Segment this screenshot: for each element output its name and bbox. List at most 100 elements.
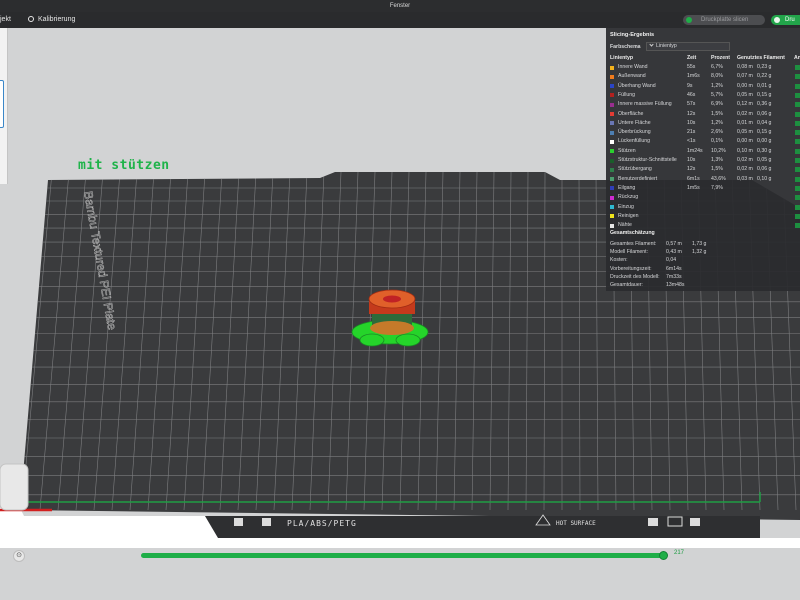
line-type-row[interactable]: Oberfläche 12s 1,5% 0,02 m 0,06 g — [606, 110, 800, 119]
line-type-row[interactable]: Rückzug — [606, 193, 800, 202]
line-type-row[interactable]: Eilgang 1m5s 7,9% — [606, 184, 800, 193]
line-type-weight: 0,22 g — [757, 73, 772, 80]
line-type-row[interactable]: Stützstruktur-Schnittstelle 10s 1,3% 0,02 m… — [606, 156, 800, 165]
line-type-name: Rückzug — [618, 194, 639, 201]
line-type-row[interactable]: Stützen 1m24s 10,2% 0,10 m 0,30 g — [606, 147, 800, 156]
line-type-swatch — [610, 121, 614, 126]
line-type-weight: 0,06 g — [757, 166, 772, 173]
line-type-weight: 0,23 g — [757, 64, 772, 70]
line-type-swatch — [610, 93, 614, 98]
line-type-row[interactable]: Nähte — [606, 221, 800, 230]
line-type-swatch — [610, 65, 614, 70]
line-type-length: 0,01 m — [737, 119, 753, 126]
line-type-weight: 0,30 g — [757, 147, 772, 154]
line-type-percent: 1,2% — [711, 82, 723, 89]
line-type-row[interactable]: Innere Wand 55s 6,7% 0,08 m 0,23 g — [606, 63, 800, 72]
line-type-name: Oberfläche — [618, 110, 644, 117]
line-type-swatch — [610, 195, 614, 200]
line-type-weight: 0,00 g — [757, 138, 772, 145]
slice-plate-label: Druckplatte slicen — [701, 17, 749, 23]
line-type-time: 12s — [687, 166, 696, 173]
plate-name-label[interactable]: mit stützen — [78, 158, 170, 173]
line-type-percent: 6,7% — [711, 64, 723, 70]
line-type-length: 0,10 m — [737, 147, 753, 154]
line-type-row[interactable]: Reinigen — [606, 212, 800, 221]
gear-icon — [28, 16, 34, 22]
line-type-name: Innere massive Füllung — [618, 101, 672, 108]
line-type-name: Reinigen — [618, 212, 639, 219]
line-type-length: 0,02 m — [737, 110, 753, 117]
line-type-swatch — [610, 158, 614, 163]
view-orientation-button[interactable]: ⊙ — [13, 550, 25, 562]
col-header-percent: Prozent — [711, 55, 731, 61]
nav-cube[interactable] — [0, 463, 29, 511]
menu-calibration-label: Kalibrierung — [38, 16, 76, 23]
slice-plate-button[interactable]: Druckplatte slicen — [683, 15, 765, 25]
layer-slider-track[interactable] — [141, 553, 665, 558]
estimate-label: Modell Filament: — [610, 249, 649, 256]
line-type-swatch — [610, 177, 614, 182]
line-type-time: 1m6s — [687, 73, 700, 80]
estimate-label: Druckzeit des Modell: — [610, 273, 660, 280]
line-type-length: 0,00 m — [737, 82, 753, 89]
line-type-name: Eilgang — [618, 184, 636, 191]
slice-icon — [686, 17, 692, 23]
line-type-row[interactable]: Lückenfüllung <1s 0,1% 0,00 m 0,00 g — [606, 137, 800, 146]
line-type-row[interactable]: Füllung 46s 5,7% 0,05 m 0,15 g — [606, 91, 800, 100]
print-button[interactable]: Dru — [771, 15, 800, 25]
slicing-result-panel: Slicing-Ergebnis Farbschema Linientyp Li… — [606, 28, 800, 291]
line-type-name: Stützübergang — [618, 166, 652, 173]
line-type-name: Lückenfüllung — [618, 138, 651, 145]
line-type-name: Überhang Wand — [618, 82, 656, 89]
print-icon — [774, 17, 780, 23]
line-type-name: Nähte — [618, 222, 632, 229]
estimate-value: 6m14s — [666, 265, 682, 272]
line-type-length: 0,08 m — [737, 64, 753, 70]
line-type-row[interactable]: Außenwand 1m6s 8,0% 0,07 m 0,22 g — [606, 72, 800, 81]
line-type-name: Untere Fläche — [618, 119, 651, 126]
line-type-row[interactable]: Überbrückung 21s 2,6% 0,05 m 0,15 g — [606, 128, 800, 137]
line-type-row[interactable]: Untere Fläche 10s 1,2% 0,01 m 0,04 g — [606, 119, 800, 128]
line-type-name: Füllung — [618, 91, 636, 98]
line-type-percent: 1,5% — [711, 110, 723, 117]
line-type-time: 1m5s — [687, 184, 700, 191]
estimate-row: Gesamtes Filament: 0,57 m 1,73 g — [610, 240, 800, 248]
layer-slider-handle[interactable] — [659, 551, 668, 560]
line-type-length: 0,05 m — [737, 91, 753, 98]
line-type-name: Außenwand — [618, 73, 646, 80]
line-type-weight: 0,10 g — [757, 175, 772, 182]
col-header-time: Zeit — [687, 55, 697, 61]
line-type-row[interactable]: Einzug — [606, 203, 800, 212]
line-type-length: 0,02 m — [737, 157, 753, 163]
line-type-swatch — [610, 130, 614, 135]
color-scheme-select[interactable]: Linientyp — [646, 42, 730, 51]
line-type-percent: 43,6% — [711, 175, 726, 182]
layer-number: 217 — [674, 550, 685, 556]
line-type-row[interactable]: Stützübergang 12s 1,5% 0,02 m 0,06 g — [606, 165, 800, 174]
line-type-percent: 1,3% — [711, 157, 723, 163]
3d-viewport[interactable]: Bambu Textured PEI Plate PLA/ABS/PETG HO… — [0, 28, 800, 600]
line-type-time: 55s — [687, 64, 696, 70]
recycle-icon — [648, 518, 658, 526]
line-type-row[interactable]: Überhang Wand 9s 1,2% 0,00 m 0,01 g — [606, 82, 800, 91]
col-header-type: Linientyp — [610, 55, 634, 61]
line-type-row[interactable]: Benutzerdefiniert 6m1s 43,6% 0,03 m 0,10 g — [606, 175, 800, 184]
support-lobe-2 — [395, 333, 421, 347]
menu-calibration[interactable]: Kalibrierung — [28, 12, 75, 28]
estimate-row: Kosten: 0,04 — [610, 256, 800, 264]
estimate-label: Kosten: — [610, 257, 628, 264]
line-type-percent: 8,0% — [711, 73, 723, 80]
color-scheme-value: Linientyp — [656, 43, 677, 49]
line-type-weight: 0,01 g — [757, 82, 772, 89]
line-type-swatch — [610, 139, 614, 144]
line-type-row[interactable]: Innere massive Füllung 57s 6,9% 0,12 m 0,36 … — [606, 100, 800, 109]
line-type-time: 12s — [687, 110, 696, 117]
slicing-result-title: Slicing-Ergebnis — [610, 32, 655, 38]
line-type-percent: 7,9% — [711, 184, 723, 191]
menu-project[interactable]: jekt — [0, 12, 11, 28]
estimate-label: Vorbereitungszeit: — [610, 265, 652, 272]
line-type-swatch — [610, 112, 614, 116]
line-type-weight: 0,15 g — [757, 129, 772, 136]
line-type-percent: 0,1% — [711, 138, 723, 145]
line-type-swatch — [610, 84, 614, 89]
